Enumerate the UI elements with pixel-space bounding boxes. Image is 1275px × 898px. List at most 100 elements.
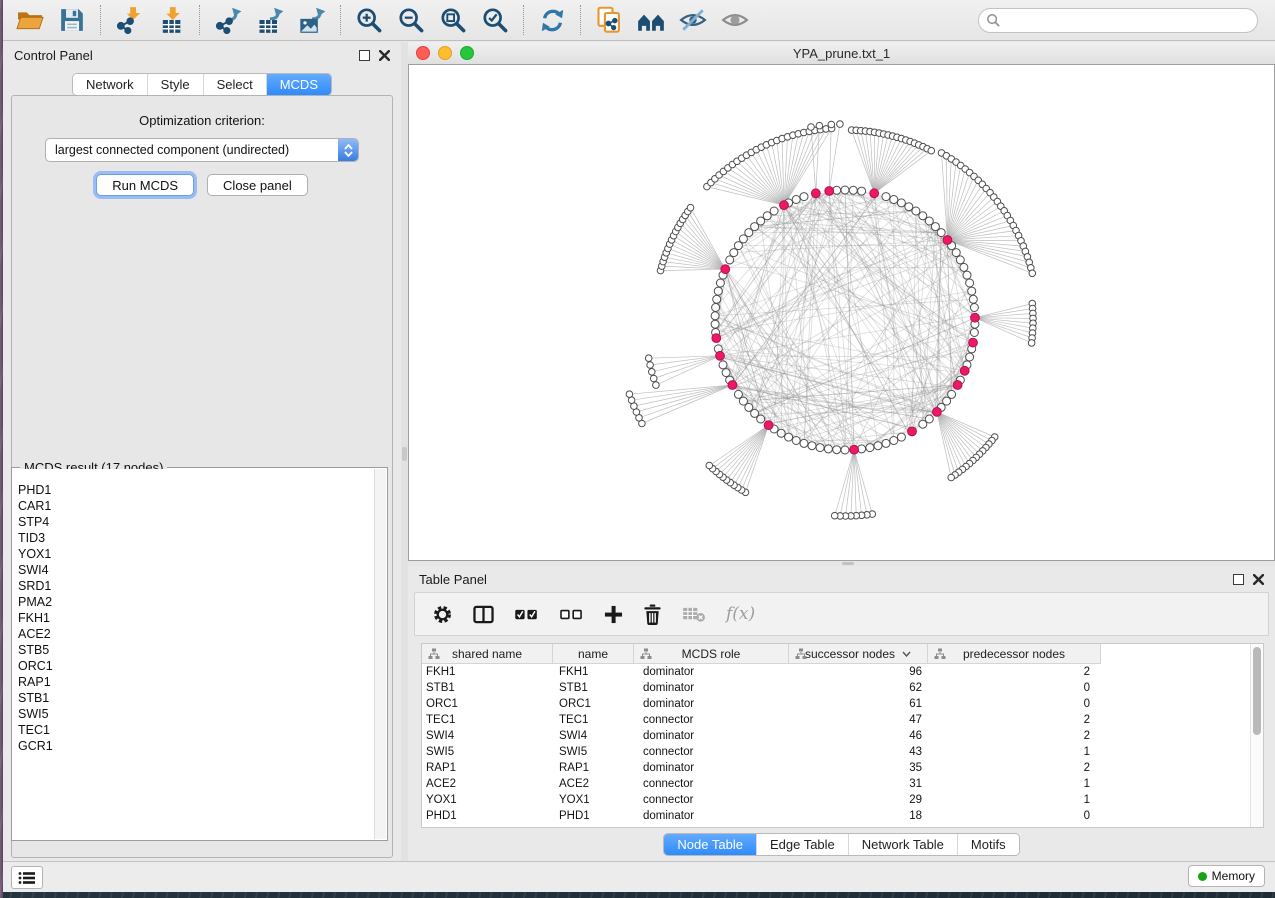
mcds-hub-node[interactable]: [960, 366, 969, 375]
graph-node[interactable]: [948, 474, 955, 481]
graph-node[interactable]: [714, 287, 722, 295]
table-scrollbar-thumb[interactable]: [1253, 647, 1261, 735]
graph-node[interactable]: [841, 446, 849, 454]
mcds-result-scrollbar[interactable]: [374, 469, 386, 839]
float-panel-icon[interactable]: [1233, 574, 1244, 585]
graph-node[interactable]: [650, 375, 657, 382]
mcds-hub-node[interactable]: [780, 201, 789, 210]
graph-node[interactable]: [890, 196, 898, 204]
graph-node[interactable]: [831, 512, 838, 519]
mcds-result-list[interactable]: PHD1CAR1STP4TID3YOX1SWI4SRD1PMA2FKH1ACE2…: [13, 469, 375, 839]
settings-gear-icon[interactable]: [432, 604, 453, 625]
graph-node[interactable]: [919, 420, 927, 428]
network-canvas[interactable]: [408, 64, 1275, 561]
optimization-criterion-dropdown[interactable]: largest connected component (undirected): [45, 138, 359, 162]
list-item[interactable]: ORC1: [18, 658, 375, 674]
graph-node[interactable]: [928, 147, 935, 154]
graph-node[interactable]: [837, 121, 844, 128]
table-scrollbar[interactable]: [1250, 644, 1263, 827]
zoom-fit-icon[interactable]: [437, 3, 469, 37]
run-mcds-button[interactable]: Run MCDS: [96, 174, 194, 196]
open-folder-icon[interactable]: [14, 3, 46, 37]
tab-edge-table[interactable]: Edge Table: [756, 834, 848, 855]
minimize-window-icon[interactable]: [438, 46, 452, 60]
import-table-icon[interactable]: [155, 3, 187, 37]
graph-node[interactable]: [841, 186, 849, 194]
list-item[interactable]: STB5: [18, 642, 375, 658]
graph-node[interactable]: [968, 287, 976, 295]
graph-node[interactable]: [711, 320, 719, 328]
graph-node[interactable]: [858, 187, 866, 195]
table-row[interactable]: YOX1YOX1connector291: [422, 792, 1263, 808]
graph-node[interactable]: [963, 271, 971, 279]
table-row[interactable]: SWI5SWI5connector431: [422, 744, 1263, 760]
maximize-window-icon[interactable]: [460, 46, 474, 60]
tab-select[interactable]: Select: [203, 74, 266, 95]
graph-node[interactable]: [626, 391, 633, 398]
graph-node[interactable]: [763, 212, 771, 220]
search-input[interactable]: [1005, 12, 1257, 28]
list-item[interactable]: SWI4: [18, 562, 375, 578]
search-box[interactable]: [978, 8, 1258, 33]
tab-mcds[interactable]: MCDS: [266, 74, 331, 95]
splitter-grip[interactable]: [402, 447, 407, 461]
list-item[interactable]: SRD1: [18, 578, 375, 594]
mcds-hub-node[interactable]: [953, 381, 962, 390]
graph-node[interactable]: [711, 312, 719, 320]
list-item[interactable]: RAP1: [18, 674, 375, 690]
graph-node[interactable]: [890, 437, 898, 445]
close-panel-icon[interactable]: [1253, 574, 1264, 585]
refresh-icon[interactable]: [536, 3, 568, 37]
graph-node[interactable]: [808, 442, 816, 450]
table-row[interactable]: FKH1FKH1dominator962: [422, 664, 1263, 680]
column-header[interactable]: name: [553, 644, 634, 664]
graph-node[interactable]: [808, 124, 815, 131]
graph-node[interactable]: [800, 193, 808, 201]
close-panel-icon[interactable]: [379, 50, 390, 61]
mcds-hub-node[interactable]: [721, 265, 730, 274]
tab-style[interactable]: Style: [147, 74, 203, 95]
column-header[interactable]: shared name: [422, 644, 553, 664]
tab-network-table[interactable]: Network Table: [848, 834, 957, 855]
list-item[interactable]: TEC1: [18, 722, 375, 738]
mcds-hub-node[interactable]: [764, 421, 773, 430]
graph-node[interactable]: [966, 279, 974, 287]
table-row[interactable]: STB1STB1dominator620: [422, 680, 1263, 696]
mcds-hub-node[interactable]: [850, 445, 859, 454]
zoom-in-icon[interactable]: [353, 3, 385, 37]
mcds-hub-node[interactable]: [811, 189, 820, 198]
graph-node[interactable]: [1028, 340, 1035, 347]
export-network-icon[interactable]: [212, 3, 244, 37]
graph-node[interactable]: [970, 304, 978, 312]
add-column-icon[interactable]: [604, 605, 623, 624]
list-item[interactable]: FKH1: [18, 610, 375, 626]
list-item[interactable]: SWI5: [18, 706, 375, 722]
list-item[interactable]: ACE2: [18, 626, 375, 642]
graph-node[interactable]: [792, 437, 800, 445]
delete-column-icon[interactable]: [643, 604, 662, 625]
graph-node[interactable]: [719, 361, 727, 369]
close-window-icon[interactable]: [416, 46, 430, 60]
list-item[interactable]: STP4: [18, 514, 375, 530]
graph-node[interactable]: [905, 203, 913, 211]
mcds-hub-node[interactable]: [870, 189, 879, 198]
mcds-hub-node[interactable]: [969, 338, 978, 347]
graph-node[interactable]: [897, 433, 905, 441]
graph-node[interactable]: [777, 429, 785, 437]
graph-node[interactable]: [828, 121, 835, 128]
mcds-hub-node[interactable]: [971, 313, 980, 322]
clone-network-icon[interactable]: [593, 3, 625, 37]
mcds-hub-node[interactable]: [728, 381, 737, 390]
houses-icon[interactable]: [635, 3, 667, 37]
table-row[interactable]: TEC1TEC1connector472: [422, 712, 1263, 728]
graph-node[interactable]: [970, 329, 978, 337]
table-row[interactable]: SWI4SWI4dominator462: [422, 728, 1263, 744]
list-item[interactable]: YOX1: [18, 546, 375, 562]
mcds-hub-node[interactable]: [825, 187, 834, 196]
graph-node[interactable]: [1029, 270, 1036, 277]
graph-node[interactable]: [874, 442, 882, 450]
apply-function-icon[interactable]: f(x): [726, 604, 755, 624]
graph-node[interactable]: [800, 439, 808, 447]
table-row[interactable]: PHD1PHD1dominator180: [422, 808, 1263, 824]
split-columns-icon[interactable]: [473, 605, 494, 624]
